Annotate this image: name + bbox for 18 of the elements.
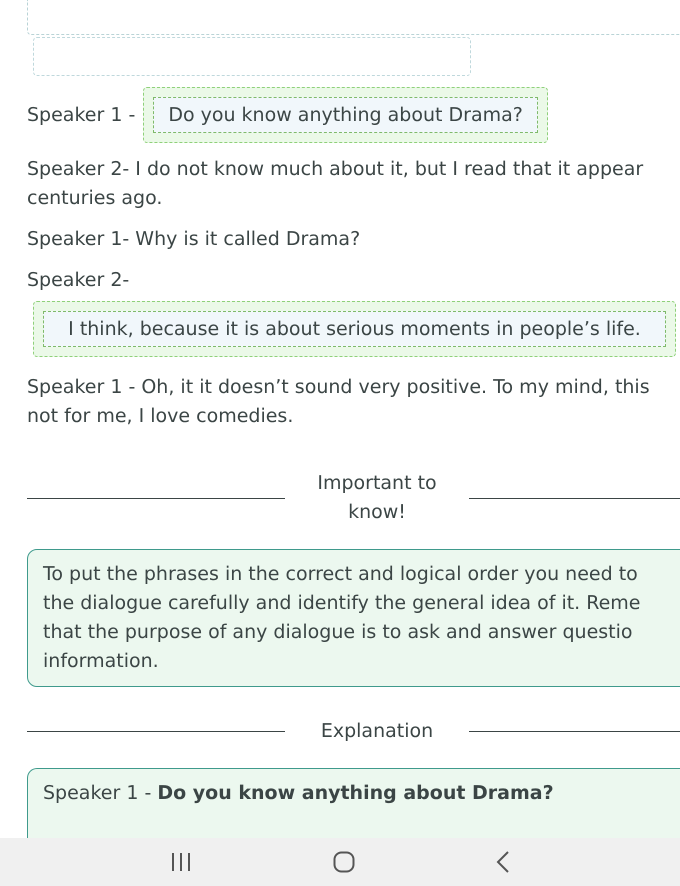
dialogue-line: not for me, I love comedies.: [27, 404, 294, 429]
answer-phrase[interactable]: I think, because it is about serious moments in people’s life.: [43, 311, 666, 347]
dialogue-line: Speaker 2-: [27, 268, 130, 293]
section-heading: Explanation: [320, 719, 434, 744]
info-text-line: the dialogue carefully and identify the general idea of it. Reme: [43, 591, 642, 616]
dialogue-line: Speaker 2- I do not know much about it, but I read that it appear: [27, 157, 644, 182]
answer-slot[interactable]: Do you know anything about Drama?: [143, 87, 548, 143]
answer-slot[interactable]: I think, because it is about serious moments in people’s life.: [33, 301, 676, 357]
info-text-line: that the purpose of any dialogue is to ask and answer questio: [43, 620, 634, 645]
explanation-text: Speaker 1 - Do you know anything about Drama?: [43, 782, 554, 804]
info-text-line: To put the phrases in the correct and logical order you need to: [43, 562, 639, 587]
speaker-label: Speaker 1 -: [27, 104, 136, 126]
dialogue-line: Speaker 1- Why is it called Drama?: [27, 227, 362, 252]
section-heading: Important to know!: [316, 471, 438, 525]
dialogue-line: Speaker 1 - Oh, it it doesn’t sound very positive. To my mind, this: [27, 375, 651, 400]
info-text-line: information.: [43, 649, 160, 674]
dialogue-line: centuries ago.: [27, 186, 164, 211]
answer-phrase[interactable]: Do you know anything about Drama?: [153, 97, 538, 133]
